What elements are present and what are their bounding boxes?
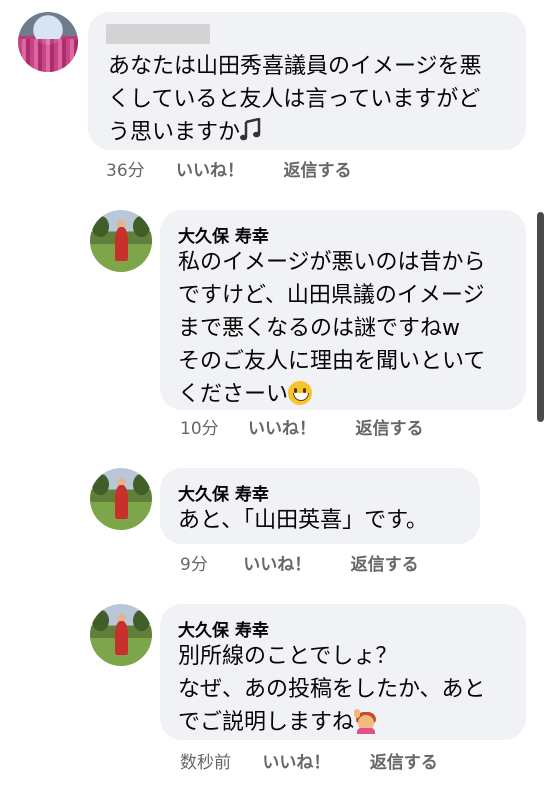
comment-text: 別所線のことでしょ？ なぜ、あの投稿をしたか、あと でご説明しますね xyxy=(178,644,486,735)
scrollbar[interactable] xyxy=(537,212,544,422)
reply-button[interactable]: 返信する xyxy=(283,161,351,181)
reply-bubble: 大久保 寿幸 あと、「山田英喜」です。 xyxy=(160,468,480,544)
author-name[interactable]: 大久保 寿幸 xyxy=(178,616,269,641)
reply-bubble: 大久保 寿幸 別所線のことでしょ？ なぜ、あの投稿をしたか、あと でご説明します… xyxy=(160,604,526,740)
timestamp: 9分 xyxy=(180,555,208,575)
reply-button[interactable]: 返信する xyxy=(355,419,423,439)
timestamp: 10分 xyxy=(180,419,219,439)
avatar[interactable] xyxy=(90,210,152,272)
like-button[interactable]: いいね！ xyxy=(243,555,311,575)
grinning-face-icon xyxy=(288,381,313,405)
redacted-name xyxy=(106,24,210,44)
reply-button[interactable]: 返信する xyxy=(351,555,419,575)
comment-meta: 9分 いいね！ 返信する xyxy=(180,550,419,575)
comment-text: あなたは山田秀喜議員のイメージを悪 くしていると友人は言っていますがど う思いま… xyxy=(108,54,482,145)
music-note-icon xyxy=(240,118,261,141)
person-raising-hand-icon xyxy=(354,709,378,734)
avatar[interactable] xyxy=(18,12,78,72)
reply-button[interactable]: 返信する xyxy=(370,753,438,773)
comment-text: あと、「山田英喜」です。 xyxy=(178,508,428,533)
like-button[interactable]: いいね！ xyxy=(262,753,330,773)
reply-bubble: 大久保 寿幸 私のイメージが悪いのは昔から ですけど、山田県議のイメージ まで悪… xyxy=(160,210,526,410)
timestamp: 36分 xyxy=(106,161,145,181)
author-name[interactable]: 大久保 寿幸 xyxy=(178,480,269,505)
comment-meta: 数秒前 いいね！ 返信する xyxy=(180,748,438,773)
timestamp: 数秒前 xyxy=(180,753,231,773)
comment-meta: 36分 いいね！ 返信する xyxy=(106,156,351,181)
comment-bubble: あなたは山田秀喜議員のイメージを悪 くしていると友人は言っていますがど う思いま… xyxy=(88,12,526,150)
avatar[interactable] xyxy=(90,604,152,666)
author-name[interactable]: 大久保 寿幸 xyxy=(178,222,269,247)
comment-meta: 10分 いいね！ 返信する xyxy=(180,414,423,439)
comment-text: 私のイメージが悪いのは昔から ですけど、山田県議のイメージ まで悪くなるのは謎で… xyxy=(178,250,486,407)
like-button[interactable]: いいね！ xyxy=(176,161,244,181)
avatar[interactable] xyxy=(90,468,152,530)
like-button[interactable]: いいね！ xyxy=(248,419,316,439)
